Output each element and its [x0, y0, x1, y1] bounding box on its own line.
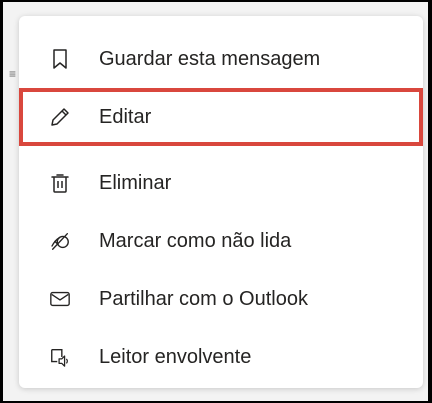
menu-item-share-outlook[interactable]: Partilhar com o Outlook: [19, 270, 423, 328]
bookmark-icon: [49, 48, 71, 70]
menu-item-label: Editar: [99, 105, 152, 128]
menu-item-edit[interactable]: Editar: [19, 88, 423, 146]
menu-item-immersive-reader[interactable]: Leitor envolvente: [19, 328, 423, 386]
menu-item-save-message[interactable]: Guardar esta mensagem: [19, 30, 423, 88]
context-menu: Guardar esta mensagem Editar Eliminar Ma…: [19, 16, 423, 388]
menu-item-label: Guardar esta mensagem: [99, 47, 321, 70]
immersive-reader-icon: [49, 346, 71, 368]
menu-item-label: Leitor envolvente: [99, 345, 252, 368]
background-menu-glyph: ≡: [9, 67, 17, 81]
trash-icon: [49, 172, 71, 194]
menu-item-delete[interactable]: Eliminar: [19, 154, 423, 212]
menu-item-label: Marcar como não lida: [99, 229, 292, 252]
pencil-icon: [49, 106, 71, 128]
menu-item-label: Partilhar com o Outlook: [99, 287, 308, 310]
screenshot-frame: ≡ Guardar esta mensagem Editar Eliminar …: [0, 0, 432, 403]
menu-item-label: Eliminar: [99, 171, 172, 194]
mark-unread-icon: [49, 230, 71, 252]
mail-icon: [49, 288, 71, 310]
menu-item-mark-unread[interactable]: Marcar como não lida: [19, 212, 423, 270]
